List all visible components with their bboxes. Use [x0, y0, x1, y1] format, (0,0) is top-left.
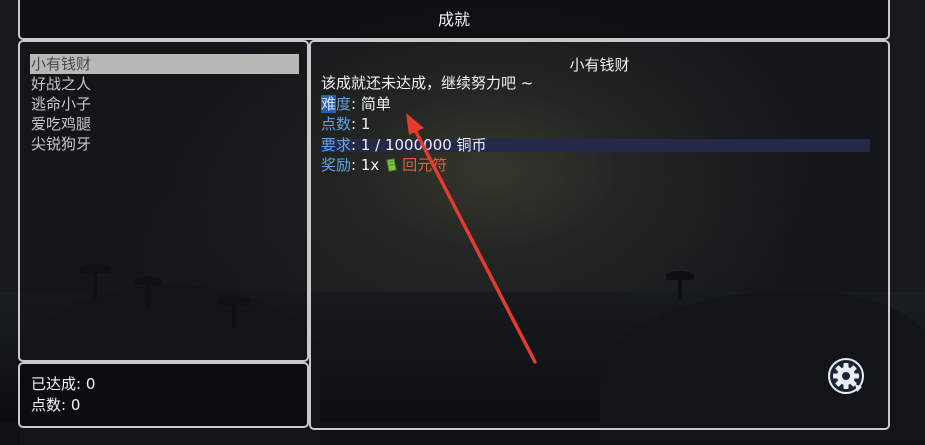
achievement-item[interactable]: 小有钱财: [30, 54, 299, 74]
points-row: 点数: 1: [321, 114, 370, 134]
reward-label: 奖励: [321, 156, 352, 174]
reward-name: 回元符: [402, 156, 448, 174]
page-title: 成就: [437, 10, 470, 29]
gear-icon[interactable]: [826, 356, 866, 396]
requirement-row: 要求: 1 / 1000000 铜币: [321, 135, 487, 155]
points-total: 点数: 0: [31, 396, 81, 414]
completed-count: 已达成: 0: [31, 375, 96, 393]
achievement-detail: 小有钱财 该成就还未达成，继续努力吧 ~ 难度: 简单 点数: 1 要求: 1 …: [309, 40, 890, 430]
achievement-item[interactable]: 好战之人: [30, 74, 299, 94]
stats-panel: 已达成: 0 点数: 0: [18, 362, 309, 428]
reward-quantity: : 1x: [351, 156, 380, 174]
difficulty-label: 难度: [321, 95, 352, 113]
reward-row: 奖励: 1x 回元符: [321, 155, 447, 175]
points-value: : 1: [351, 115, 371, 133]
difficulty-value: : 简单: [351, 95, 391, 113]
achievement-list: 小有钱财 好战之人 逃命小子 爱吃鸡腿 尖锐狗牙: [18, 40, 309, 362]
achievement-item[interactable]: 逃命小子: [30, 94, 299, 114]
difficulty-row: 难度: 简单: [321, 94, 391, 114]
detail-title: 小有钱财: [569, 56, 630, 74]
green-scroll-icon: [386, 158, 397, 172]
title-bar: 成就: [18, 0, 890, 40]
requirement-label: 要求: [321, 136, 352, 154]
status-text: 该成就还未达成，继续努力吧 ~: [321, 74, 534, 92]
achievement-item[interactable]: 尖锐狗牙: [30, 134, 299, 154]
achievement-item[interactable]: 爱吃鸡腿: [30, 114, 299, 134]
points-label: 点数: [321, 115, 352, 133]
requirement-value: : 1 / 1000000 铜币: [351, 136, 487, 154]
